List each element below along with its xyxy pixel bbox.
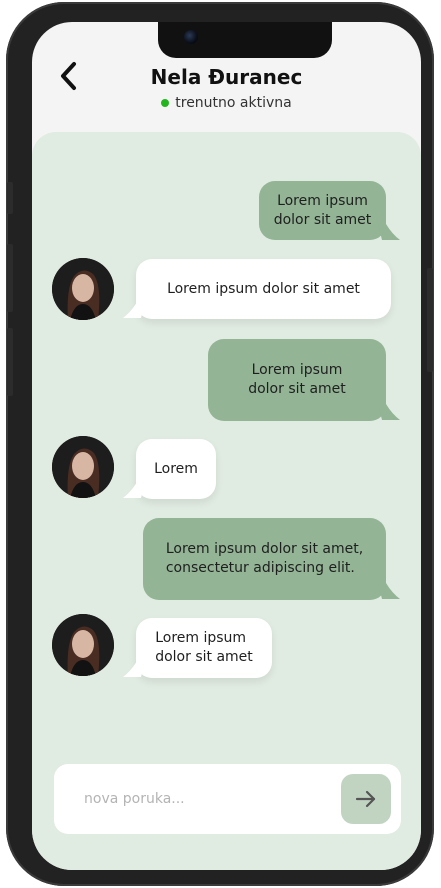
chat-area: Lorem ipsum dolor sit amet Lorem ipsum d…	[32, 132, 421, 870]
volume-down-button	[7, 328, 13, 396]
message-bubble-outgoing[interactable]: Lorem ipsum dolor sit amet, consectetur …	[143, 518, 386, 600]
status-row: trenutno aktivna	[32, 95, 421, 111]
avatar[interactable]	[52, 614, 114, 676]
avatar-photo	[52, 614, 114, 676]
message-text-line: Lorem ipsum dolor sit amet,	[165, 541, 364, 557]
message-composer	[54, 764, 401, 834]
mute-switch	[7, 182, 13, 214]
phone-frame: Nela Đuranec trenutno aktivna Lorem ipsu…	[6, 2, 434, 886]
power-button	[427, 268, 433, 372]
arrow-right-icon	[355, 790, 376, 808]
message-bubble-outgoing[interactable]: Lorem ipsum dolor sit amet	[259, 181, 386, 240]
message-bubble-incoming[interactable]: Lorem	[136, 439, 216, 499]
notch	[158, 22, 332, 58]
status-text: trenutno aktivna	[175, 95, 292, 111]
message-text-line: Lorem ipsum	[277, 192, 368, 209]
message-text-line: dolor sit amet	[155, 649, 253, 665]
message-text: Lorem ipsum dolor sit amet	[167, 280, 360, 297]
send-button[interactable]	[341, 774, 391, 824]
avatar-photo	[52, 436, 114, 498]
contact-name: Nela Đuranec	[150, 65, 303, 89]
screen: Nela Đuranec trenutno aktivna Lorem ipsu…	[32, 22, 421, 870]
avatar[interactable]	[52, 436, 114, 498]
message-bubble-incoming[interactable]: Lorem ipsum dolor sit amet	[136, 618, 272, 678]
bubble-tail	[123, 661, 145, 677]
avatar-photo	[52, 258, 114, 320]
message-text-line: consectetur adipiscing elit.	[165, 560, 355, 576]
bubble-tail	[123, 482, 145, 498]
bubble-tail	[378, 224, 400, 240]
message-text-line: dolor sit amet	[248, 381, 346, 397]
volume-up-button	[7, 244, 13, 312]
message-text-line: dolor sit amet	[273, 211, 372, 228]
message-bubble-outgoing[interactable]: Lorem ipsum dolor sit amet	[208, 339, 386, 421]
message-text: Lorem	[154, 460, 198, 477]
avatar[interactable]	[52, 258, 114, 320]
bubble-tail	[378, 404, 400, 420]
new-message-input[interactable]	[84, 786, 324, 812]
message-text-line: Lorem ipsum	[155, 630, 247, 646]
online-status-dot	[161, 99, 170, 107]
bubble-tail	[378, 583, 400, 599]
bubble-tail	[123, 302, 145, 318]
message-bubble-incoming[interactable]: Lorem ipsum dolor sit amet	[136, 259, 391, 319]
camera-icon	[184, 30, 198, 44]
message-text-line: Lorem ipsum	[251, 362, 343, 378]
